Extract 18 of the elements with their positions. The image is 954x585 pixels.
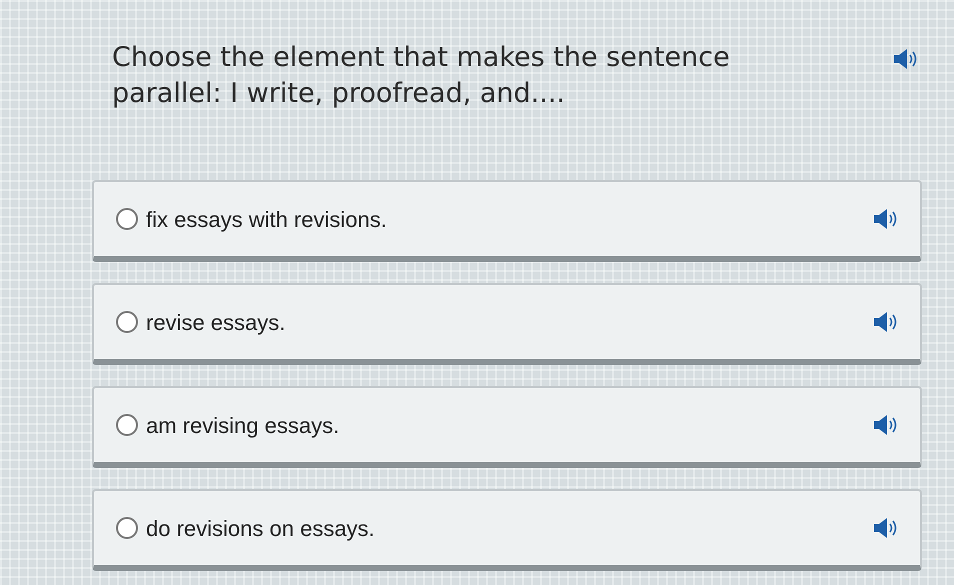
option-text: revise essays. bbox=[146, 308, 286, 337]
option-text: do revisions on essays. bbox=[146, 514, 376, 543]
speaker-icon[interactable] bbox=[872, 414, 898, 436]
answer-option[interactable]: do revisions on essays. bbox=[92, 489, 922, 571]
option-text: fix essays with revisions. bbox=[146, 206, 388, 234]
speaker-icon[interactable] bbox=[872, 311, 898, 333]
question-text: Choose the element that makes the sentence parallel: I write, proofread, and.... bbox=[112, 41, 731, 111]
radio-button[interactable] bbox=[116, 517, 138, 539]
answer-option[interactable]: fix essays with revisions. bbox=[92, 180, 922, 262]
speaker-icon[interactable] bbox=[872, 208, 898, 230]
radio-button[interactable] bbox=[116, 208, 138, 230]
speaker-icon[interactable] bbox=[892, 48, 918, 70]
answer-option[interactable]: revise essays. bbox=[92, 283, 922, 365]
speaker-icon[interactable] bbox=[872, 517, 898, 539]
radio-button[interactable] bbox=[116, 311, 138, 333]
answer-option[interactable]: am revising essays. bbox=[92, 386, 922, 468]
radio-button[interactable] bbox=[116, 414, 138, 436]
option-text: am revising essays. bbox=[146, 412, 340, 440]
